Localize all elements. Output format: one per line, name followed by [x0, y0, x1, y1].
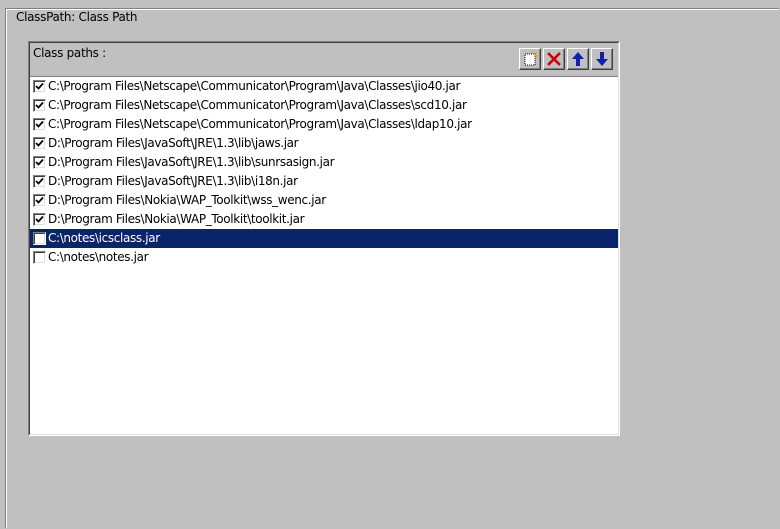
classpath-text: D:\Program Files\JavaSoft\JRE\1.3\lib\i1… — [48, 174, 298, 188]
classpath-row[interactable]: C:\Program Files\Netscape\Communicator\P… — [30, 77, 618, 96]
classpath-checkbox[interactable] — [33, 80, 46, 93]
classpath-row[interactable]: D:\Program Files\Nokia\WAP_Toolkit\toolk… — [30, 210, 618, 229]
classpath-text: C:\notes\notes.jar — [48, 250, 149, 264]
classpath-checkbox[interactable] — [33, 194, 46, 207]
classpath-text: D:\Program Files\Nokia\WAP_Toolkit\toolk… — [48, 212, 305, 226]
class-paths-toolbar — [519, 48, 613, 70]
delete-icon — [547, 52, 561, 66]
class-paths-panel: Class paths : C:\Program Files\Netscape\… — [28, 41, 620, 436]
move-up-button[interactable] — [567, 48, 589, 70]
class-paths-header: Class paths : — [30, 43, 618, 77]
classpath-row[interactable]: D:\Program Files\JavaSoft\JRE\1.3\lib\su… — [30, 153, 618, 172]
classpath-row[interactable]: C:\Program Files\Netscape\Communicator\P… — [30, 115, 618, 134]
classpath-checkbox[interactable] — [33, 232, 46, 245]
classpath-checkbox[interactable] — [33, 137, 46, 150]
classpath-text: C:\Program Files\Netscape\Communicator\P… — [48, 98, 467, 112]
classpath-checkbox[interactable] — [33, 175, 46, 188]
classpath-text: C:\notes\icsclass.jar — [48, 231, 160, 245]
classpath-row[interactable]: C:\Program Files\Netscape\Communicator\P… — [30, 96, 618, 115]
classpath-row[interactable]: D:\Program Files\JavaSoft\JRE\1.3\lib\i1… — [30, 172, 618, 191]
classpath-checkbox[interactable] — [33, 251, 46, 264]
classpath-row[interactable]: C:\notes\notes.jar — [30, 248, 618, 267]
classpath-text: D:\Program Files\JavaSoft\JRE\1.3\lib\su… — [48, 155, 335, 169]
class-paths-label: Class paths : — [33, 46, 106, 60]
classpath-text: C:\Program Files\Netscape\Communicator\P… — [48, 117, 472, 131]
classpath-row[interactable]: C:\notes\icsclass.jar — [30, 229, 618, 248]
classpath-text: D:\Program Files\JavaSoft\JRE\1.3\lib\ja… — [48, 136, 299, 150]
move-up-icon — [572, 52, 584, 66]
groupbox-title: ClassPath: Class Path — [14, 10, 140, 24]
classpath-row[interactable]: D:\Program Files\JavaSoft\JRE\1.3\lib\ja… — [30, 134, 618, 153]
class-paths-list[interactable]: C:\Program Files\Netscape\Communicator\P… — [30, 77, 618, 434]
move-down-icon — [596, 52, 608, 66]
classpath-text: C:\Program Files\Netscape\Communicator\P… — [48, 79, 461, 93]
classpath-row[interactable]: D:\Program Files\Nokia\WAP_Toolkit\wss_w… — [30, 191, 618, 210]
delete-button[interactable] — [543, 48, 565, 70]
new-item-button[interactable] — [519, 48, 541, 70]
move-down-button[interactable] — [591, 48, 613, 70]
class-paths-panel-frame: Class paths : C:\Program Files\Netscape\… — [29, 42, 619, 435]
classpath-checkbox[interactable] — [33, 156, 46, 169]
classpath-checkbox[interactable] — [33, 99, 46, 112]
new-item-icon — [524, 51, 538, 66]
classpath-checkbox[interactable] — [33, 213, 46, 226]
classpath-checkbox[interactable] — [33, 118, 46, 131]
classpath-text: D:\Program Files\Nokia\WAP_Toolkit\wss_w… — [48, 193, 326, 207]
